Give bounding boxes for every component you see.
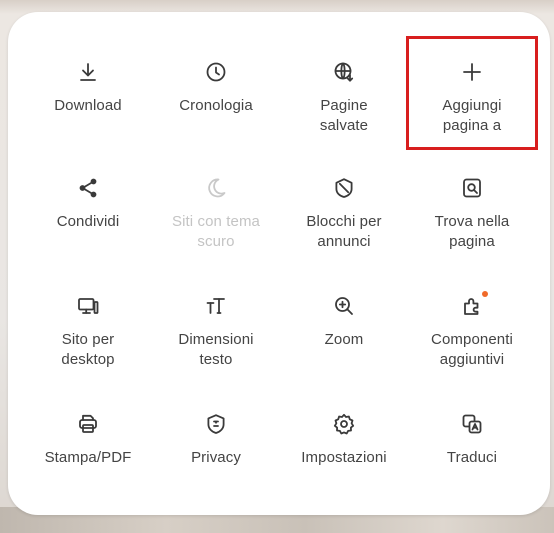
menu-grid: Download Cronologia Pagine salvate Aggiu… <box>24 38 536 500</box>
menu-item-label: Impostazioni <box>301 449 387 466</box>
text-size-icon <box>202 292 230 320</box>
zoom-in-icon <box>330 292 358 320</box>
menu-item-zoom[interactable]: Zoom <box>280 272 408 390</box>
moon-icon <box>202 174 230 202</box>
menu-item-saved-pages[interactable]: Pagine salvate <box>280 38 408 154</box>
clock-icon <box>202 58 230 86</box>
share-icon <box>74 174 102 202</box>
menu-item-label: Zoom <box>324 331 364 348</box>
menu-item-find-in-page[interactable]: Trova nella pagina <box>408 154 536 272</box>
menu-item-history[interactable]: Cronologia <box>152 38 280 154</box>
menu-item-label: Aggiungi pagina a <box>442 97 502 134</box>
menu-item-label: Traduci <box>446 449 498 466</box>
menu-item-share[interactable]: Condividi <box>24 154 152 272</box>
menu-item-text-size[interactable]: Dimensioni testo <box>152 272 280 390</box>
menu-item-download[interactable]: Download <box>24 38 152 154</box>
menu-item-print-pdf[interactable]: Stampa/PDF <box>24 390 152 500</box>
menu-item-label: Componenti aggiuntivi <box>431 331 513 368</box>
browser-menu-panel: Download Cronologia Pagine salvate Aggiu… <box>8 12 550 515</box>
menu-item-label: Siti con tema scuro <box>171 213 260 250</box>
desktop-icon <box>74 292 102 320</box>
block-icon <box>330 174 358 202</box>
menu-item-label: Cronologia <box>179 97 253 114</box>
menu-item-label: Stampa/PDF <box>44 449 132 466</box>
menu-item-add-page-to[interactable]: Aggiungi pagina a <box>408 38 536 154</box>
plus-icon <box>458 58 486 86</box>
shield-icon <box>202 410 230 438</box>
menu-item-privacy[interactable]: Privacy <box>152 390 280 500</box>
menu-item-label: Trova nella pagina <box>434 213 510 250</box>
menu-item-ad-blockers[interactable]: Blocchi per annunci <box>280 154 408 272</box>
printer-icon <box>74 410 102 438</box>
menu-item-dark-theme-sites[interactable]: Siti con tema scuro <box>152 154 280 272</box>
globe-download-icon <box>330 58 358 86</box>
menu-item-translate[interactable]: Traduci <box>408 390 536 500</box>
menu-item-label: Condividi <box>56 213 120 230</box>
menu-item-label: Privacy <box>191 449 241 466</box>
menu-item-settings[interactable]: Impostazioni <box>280 390 408 500</box>
menu-item-label: Sito per desktop <box>61 331 115 368</box>
notification-dot <box>482 291 488 297</box>
gear-icon <box>330 410 358 438</box>
download-icon <box>74 58 102 86</box>
find-in-page-icon <box>458 174 486 202</box>
menu-item-label: Download <box>54 97 122 114</box>
menu-item-add-ons[interactable]: Componenti aggiuntivi <box>408 272 536 390</box>
menu-item-label: Dimensioni testo <box>178 331 254 368</box>
puzzle-icon <box>458 291 488 320</box>
menu-item-label: Blocchi per annunci <box>306 213 382 250</box>
menu-item-label: Pagine salvate <box>319 97 369 134</box>
menu-item-desktop-site[interactable]: Sito per desktop <box>24 272 152 390</box>
translate-icon <box>458 410 486 438</box>
